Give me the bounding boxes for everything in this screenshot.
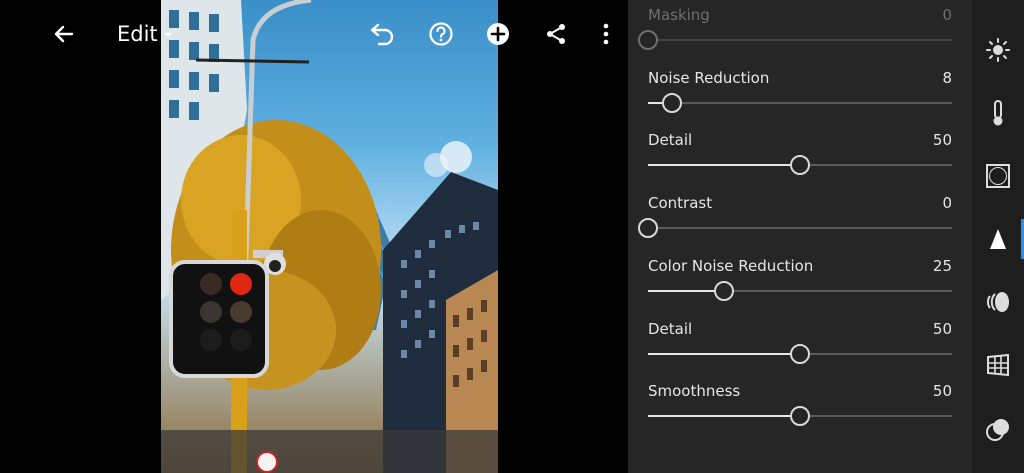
back-arrow-icon[interactable] (50, 20, 78, 48)
slider-value: 0 (942, 6, 952, 24)
slider-row-contrast: Contrast 0 (638, 187, 952, 249)
effects-icon[interactable] (972, 156, 1024, 196)
slider-fill (648, 352, 800, 355)
slider-label: Smoothness (648, 382, 741, 401)
undo-icon[interactable] (368, 20, 396, 48)
photo-canvas[interactable] (161, 0, 498, 473)
color-temperature-icon[interactable] (972, 93, 1024, 133)
slider-thumb-detail[interactable] (790, 155, 810, 176)
slider-fill (648, 415, 800, 418)
slider-row-smoothness: Smoothness 50 (648, 375, 952, 437)
share-icon[interactable] (542, 20, 570, 48)
slider-fill (648, 164, 800, 167)
slider-label: Masking (648, 6, 710, 24)
edit-mode-label: Edit (117, 22, 158, 46)
slider-track (648, 39, 952, 41)
slider-row-detail: Detail 50 (648, 124, 952, 186)
add-icon[interactable] (484, 20, 512, 48)
optics-icon[interactable] (972, 282, 1024, 322)
more-icon[interactable] (592, 20, 620, 48)
slider-row-masking: Masking 0 (638, 0, 952, 61)
slider-value[interactable]: 50 (933, 131, 952, 149)
slider-row-color-noise-reduction: Color Noise Reduction 25 (648, 250, 952, 312)
slider-value[interactable]: 50 (933, 382, 952, 400)
edit-mode-dropdown[interactable]: Edit (117, 22, 174, 46)
slider-fill (648, 289, 724, 292)
slider-label: Detail (648, 131, 693, 150)
chevron-down-icon (162, 22, 174, 46)
detail-icon[interactable] (972, 219, 1024, 259)
slider-row-noise-reduction: Noise Reduction 8 (648, 62, 952, 124)
slider-thumb-color-noise-reduction[interactable] (714, 280, 734, 301)
top-toolbar: Edit (0, 0, 628, 68)
presets-icon[interactable] (972, 410, 1024, 450)
slider-row-color-detail: Detail 50 (648, 313, 952, 375)
slider-thumb-smoothness[interactable] (790, 406, 810, 427)
slider-track[interactable] (648, 101, 952, 104)
photo-image (161, 0, 498, 473)
light-icon[interactable] (972, 30, 1024, 70)
slider-value[interactable]: 50 (933, 320, 952, 338)
slider-label: Detail (648, 319, 693, 338)
slider-thumb-contrast[interactable] (638, 218, 658, 239)
geometry-icon[interactable] (972, 345, 1024, 385)
slider-label: Contrast (648, 194, 713, 213)
slider-thumb-noise-reduction[interactable] (662, 92, 682, 113)
slider-thumb-masking (638, 30, 658, 50)
slider-label: Color Noise Reduction (648, 256, 814, 275)
slider-track[interactable] (648, 227, 952, 230)
tool-rail (972, 0, 1024, 473)
slider-value[interactable]: 0 (942, 194, 952, 212)
slider-value[interactable]: 8 (942, 69, 952, 87)
slider-label: Noise Reduction (648, 68, 770, 87)
slider-value[interactable]: 25 (933, 257, 952, 275)
slider-thumb-color-detail[interactable] (790, 343, 810, 364)
help-icon[interactable] (427, 20, 455, 48)
detail-panel: Masking 0 Noise Reduction 8 Detail 50 Contrast… (628, 0, 972, 473)
